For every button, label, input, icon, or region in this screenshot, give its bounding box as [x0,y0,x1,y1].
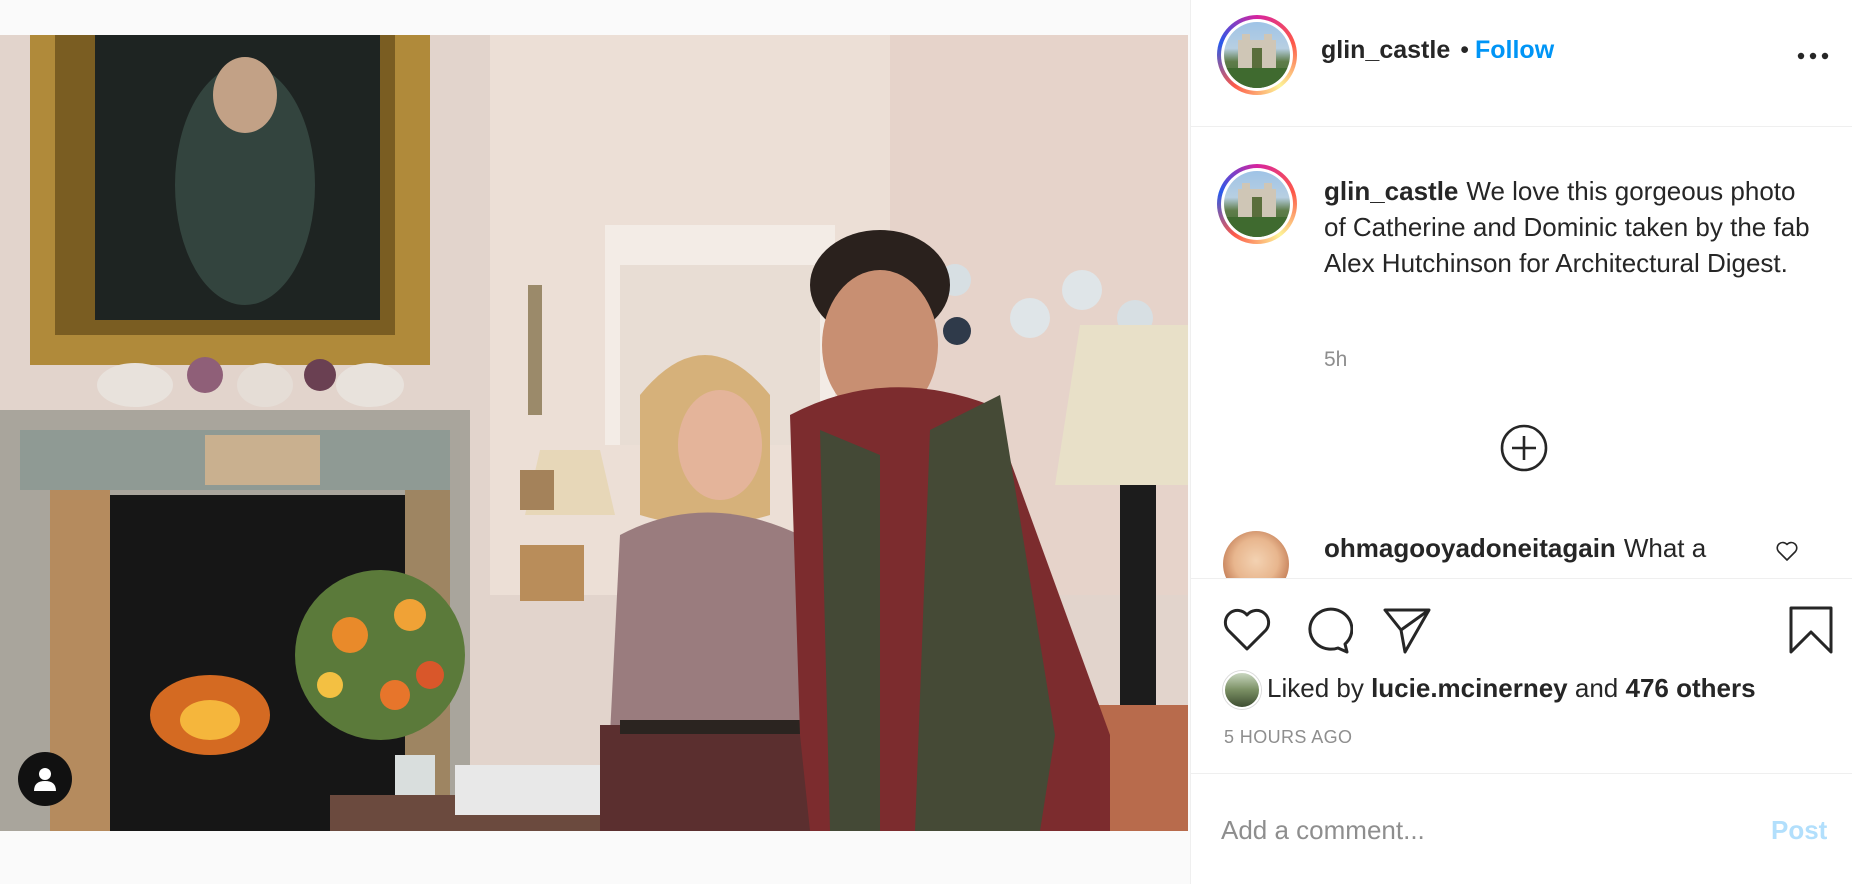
follow-button[interactable]: Follow [1475,36,1554,64]
comment-input[interactable] [1221,805,1721,855]
heart-icon [1776,541,1798,561]
bookmark-icon [1789,606,1833,654]
post-caption: glin_castle We love this gorgeous photo o… [1324,173,1824,281]
liked-by-conjunction: and [1574,672,1619,703]
instagram-post-view: glin_castle • Follow glin_castle We love… [0,0,1852,884]
comment-item: ohmagooyadoneitagain What a [1191,525,1852,578]
header-user-line: glin_castle • Follow [1321,36,1554,65]
header-separator: • [1460,36,1469,64]
share-button[interactable] [1381,604,1433,656]
save-button[interactable] [1785,604,1837,656]
comment-body: What a [1623,533,1707,563]
castle-avatar-image [1224,171,1290,237]
commenter-username[interactable]: ohmagooyadoneitagain [1324,533,1616,563]
user-icon [34,768,56,791]
post-timestamp[interactable]: 5 HOURS AGO [1224,727,1352,748]
post-photo-illustration [0,35,1188,831]
comment-button[interactable] [1301,604,1354,656]
liked-by-line: Liked by lucie.mcinerney and 476 others [1223,671,1756,709]
photo-area [0,0,1190,884]
post-photo[interactable] [0,35,1188,831]
post-header: glin_castle • Follow [1191,0,1852,127]
liker-avatar[interactable] [1223,671,1261,709]
like-button[interactable] [1221,604,1273,656]
plus-circle-icon [1500,424,1548,472]
post-actions: Liked by lucie.mcinerney and 476 others … [1191,578,1852,774]
load-more-comments-button[interactable] [1499,423,1549,473]
heart-icon [1223,608,1271,651]
more-options-button[interactable] [1795,44,1831,68]
castle-avatar-image [1224,22,1290,88]
caption-author-avatar[interactable] [1217,164,1297,244]
commenter-avatar[interactable] [1223,531,1289,578]
paper-plane-icon [1383,608,1431,654]
liked-by-prefix: Liked by [1267,672,1364,703]
speech-bubble-icon [1308,607,1354,654]
comment-like-button[interactable] [1775,539,1799,563]
post-side-panel: glin_castle • Follow glin_castle We love… [1190,0,1852,884]
author-avatar[interactable] [1217,15,1297,95]
post-comment-button[interactable]: Post [1771,815,1827,846]
liker-username[interactable]: lucie.mcinerney [1371,673,1568,703]
comments-section[interactable]: glin_castle We love this gorgeous photo o… [1191,128,1852,578]
add-comment-box: Post [1191,775,1852,884]
author-username[interactable]: glin_castle [1321,36,1450,64]
caption-author-username[interactable]: glin_castle [1324,176,1458,206]
tagged-users-button[interactable] [18,752,72,806]
more-options-icon [1797,52,1829,60]
comment-text: ohmagooyadoneitagain What a [1324,533,1706,564]
caption-time[interactable]: 5h [1324,348,1347,372]
likes-count-link[interactable]: 476 others [1625,673,1755,703]
